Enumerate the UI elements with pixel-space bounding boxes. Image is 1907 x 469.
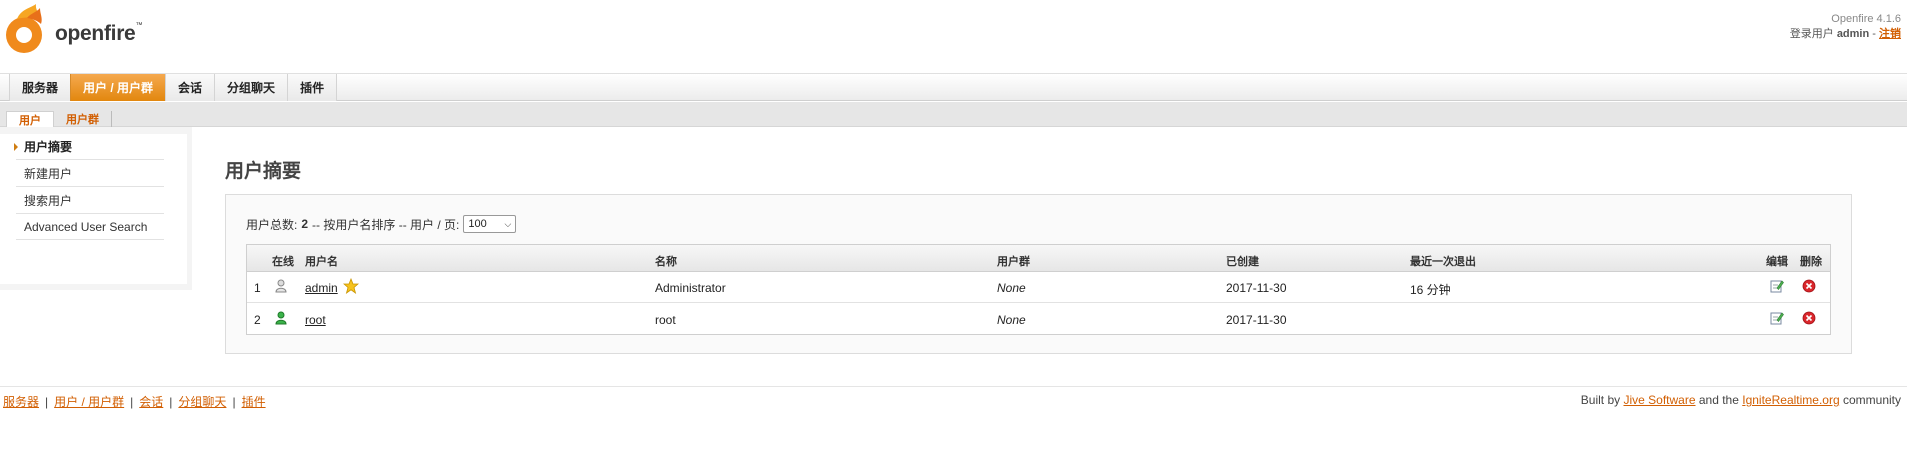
dropdown-chevron-icon: ⌵ — [504, 219, 512, 229]
built-by-credit: Built by Jive Software and the IgniteRea… — [1580, 393, 1901, 407]
edit-icon[interactable] — [1770, 279, 1784, 293]
row-index: 2 — [254, 313, 261, 327]
col-last-logout[interactable]: 最近一次退出 — [1410, 253, 1476, 269]
row-name: Administrator — [655, 281, 726, 295]
login-status: 登录用户 admin - 注销 — [1789, 28, 1901, 40]
logout-link[interactable]: 注销 — [1879, 28, 1901, 40]
login-prefix: 登录用户 — [1789, 28, 1834, 40]
jive-software-link[interactable]: Jive Software — [1623, 393, 1695, 407]
col-username[interactable]: 用户名 — [305, 253, 338, 269]
login-username: admin — [1836, 28, 1870, 40]
per-page-select[interactable]: 100 ⌵ — [463, 215, 517, 233]
sidebar-item-new-user[interactable]: 新建用户 — [16, 161, 164, 187]
current-arrow-icon — [14, 143, 18, 151]
header: openfire™ Openfire 4.1.6 登录用户 admin - 注销 — [0, 0, 1907, 74]
row-last-logout: 16 分钟 — [1410, 283, 1451, 297]
row-created: 2017-11-30 — [1226, 313, 1287, 327]
tab-sessions[interactable]: 会话 — [165, 74, 216, 101]
row-groups: None — [997, 281, 1026, 295]
subtab-users[interactable]: 用户 — [6, 111, 54, 128]
row-groups: None — [997, 313, 1026, 327]
tab-group-chat[interactable]: 分组聊天 — [214, 74, 289, 101]
user-summary-panel: 用户总数: 2 -- 按用户名排序 -- 用户 / 页: 100 ⌵ 在线 用户… — [225, 194, 1852, 354]
col-name[interactable]: 名称 — [655, 253, 677, 269]
delete-icon[interactable] — [1802, 311, 1816, 325]
username-link[interactable]: root — [305, 313, 326, 327]
footer-link-server[interactable]: 服务器 — [3, 395, 39, 409]
logo-text: openfire™ — [55, 22, 143, 45]
sidebar-menu: 用户摘要 新建用户 搜索用户 Advanced User Search — [0, 134, 187, 284]
sub-tab-bar: 用户 用户群 — [0, 102, 1907, 128]
edit-icon[interactable] — [1770, 311, 1784, 325]
tab-users-groups[interactable]: 用户 / 用户群 — [70, 74, 167, 101]
footer-link-plugins[interactable]: 插件 — [242, 395, 266, 409]
row-index: 1 — [254, 281, 261, 295]
delete-icon[interactable] — [1802, 279, 1816, 293]
version-label: Openfire 4.1.6 — [1831, 13, 1901, 25]
users-table: 在线 用户名 名称 用户群 已创建 最近一次退出 编辑 删除 1 admin A… — [246, 244, 1831, 335]
sidebar-item-advanced-search[interactable]: Advanced User Search — [16, 214, 164, 240]
table-header: 在线 用户名 名称 用户群 已创建 最近一次退出 编辑 删除 — [247, 245, 1830, 272]
col-edit: 编辑 — [1766, 256, 1788, 268]
user-offline-icon — [275, 279, 287, 293]
col-online: 在线 — [272, 256, 294, 268]
main-tab-bar: 服务器 用户 / 用户群 会话 分组聊天 插件 — [0, 74, 1907, 101]
footer: 服务器 | 用户 / 用户群 | 会话 | 分组聊天 | 插件 Built by Jive So… — [0, 386, 1907, 426]
table-row: 1 admin Administrator None 2017-11-30 16… — [247, 272, 1830, 303]
col-groups: 用户群 — [997, 256, 1030, 268]
sidebar-item-search-user[interactable]: 搜索用户 — [16, 188, 164, 214]
col-delete: 删除 — [1800, 256, 1822, 268]
username-link[interactable]: admin — [305, 281, 338, 295]
ignite-realtime-link[interactable]: IgniteRealtime.org — [1742, 393, 1839, 407]
col-created[interactable]: 已创建 — [1226, 253, 1259, 269]
header-info: Openfire 4.1.6 登录用户 admin - 注销 — [1790, 12, 1901, 42]
total-users: 2 — [301, 217, 309, 231]
row-name: root — [655, 313, 676, 327]
row-created: 2017-11-30 — [1226, 281, 1287, 295]
sidebar: 用户摘要 新建用户 搜索用户 Advanced User Search — [0, 127, 192, 290]
sidebar-item-user-summary[interactable]: 用户摘要 — [14, 134, 164, 160]
subtab-groups[interactable]: 用户群 — [54, 111, 112, 127]
table-row: 2 root root None 2017-11-30 — [247, 304, 1830, 335]
user-count-summary: 用户总数: 2 -- 按用户名排序 -- 用户 / 页: 100 ⌵ — [246, 215, 517, 233]
tab-server[interactable]: 服务器 — [9, 74, 72, 101]
footer-link-users-groups[interactable]: 用户 / 用户群 — [54, 395, 124, 409]
footer-link-sessions[interactable]: 会话 — [139, 395, 163, 409]
user-online-icon — [275, 311, 287, 325]
page-title: 用户摘要 — [225, 161, 302, 182]
footer-nav: 服务器 | 用户 / 用户群 | 会话 | 分组聊天 | 插件 — [3, 395, 266, 409]
footer-link-group-chat[interactable]: 分组聊天 — [178, 395, 226, 409]
admin-star-icon — [343, 278, 359, 294]
tab-plugins[interactable]: 插件 — [287, 74, 338, 101]
